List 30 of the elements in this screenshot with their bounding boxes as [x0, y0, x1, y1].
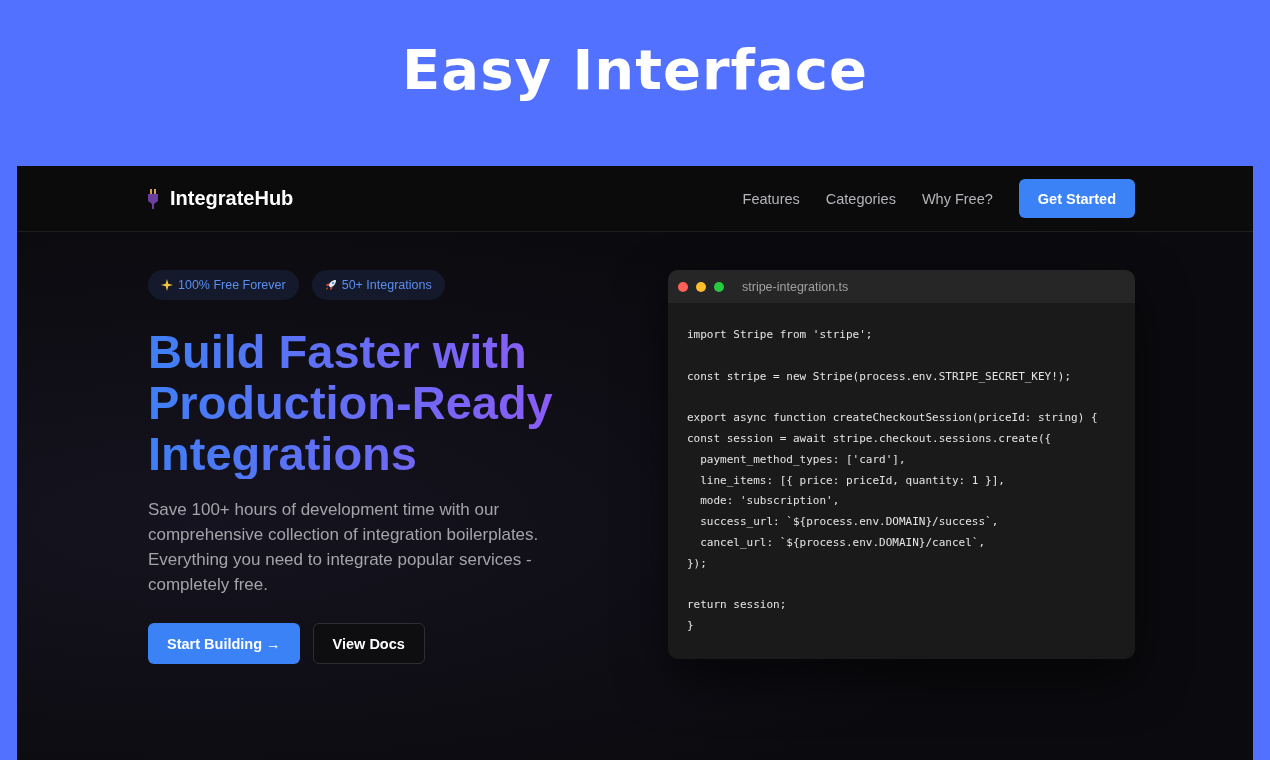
code-line: mode: 'subscription', [699, 493, 841, 510]
code-line: const stripe = new Stripe(process.env.STRIPE_SECRET_KEY!); [687, 368, 1073, 385]
code-line: return session; [687, 597, 788, 614]
plug-icon [148, 188, 158, 209]
file-name: stripe-integration.ts [742, 279, 849, 294]
badge-label: 50+ Integrations [341, 278, 432, 292]
nav-link[interactable]: Categories [825, 190, 896, 207]
code-line: cancel_url: `${process.env.DOMAIN}/cancel`, [699, 535, 986, 551]
maximize-dot-icon [714, 281, 724, 292]
code-line: import Stripe from 'stripe'; [687, 327, 874, 344]
code-line: line_items: [{ price: priceId, quantity: 1 }], [699, 472, 1006, 489]
hero-description: Save 100+ hours of development time with our comprehensive collection of integration boilerplates. Everything you need to integrate popular services - completely free. [148, 499, 540, 596]
code-line: const session = await stripe.checkout.sessions.create({ [687, 431, 1053, 448]
code-line: } [687, 618, 695, 635]
rocket-icon [324, 279, 337, 291]
start-building-button[interactable]: Start Building → [148, 623, 300, 664]
view-docs-button[interactable]: View Docs [312, 623, 425, 664]
badge-label: 100% Free Forever [178, 278, 286, 292]
sparkle-icon [161, 279, 173, 291]
code-line: success_url: `${process.env.DOMAIN}/success`, [699, 514, 1000, 531]
nav-link[interactable]: Why Free? [921, 190, 993, 207]
code-line: payment_method_types: ['card'], [699, 451, 907, 468]
brand-name[interactable]: IntegrateHub [170, 187, 294, 210]
code-line: }); [687, 555, 708, 572]
nav-link[interactable]: Features [742, 190, 800, 207]
get-started-button[interactable]: Get Started [1018, 179, 1135, 218]
code-line: export async function createCheckoutSession(priceId: string) { [687, 410, 1099, 427]
page-title: Easy Interface [402, 36, 868, 104]
close-dot-icon [678, 281, 688, 292]
minimize-dot-icon [696, 281, 706, 292]
